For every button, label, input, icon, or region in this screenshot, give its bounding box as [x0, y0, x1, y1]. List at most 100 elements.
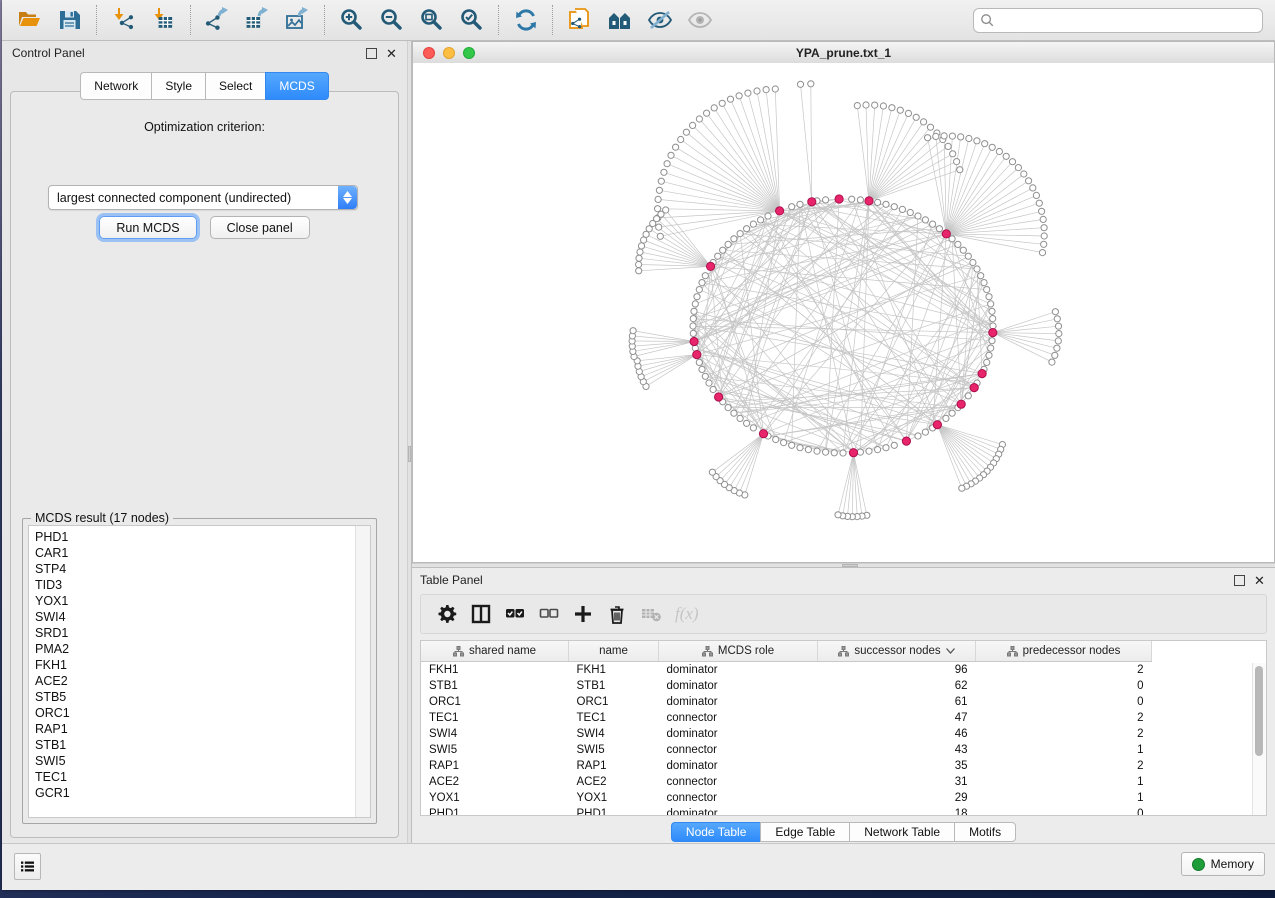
- table-row[interactable]: ORC1ORC1dominator610: [421, 694, 1152, 710]
- close-panel-icon[interactable]: ✕: [386, 48, 397, 59]
- result-node-item[interactable]: STB5: [35, 689, 356, 705]
- task-history-button[interactable]: [14, 853, 41, 880]
- result-node-item[interactable]: SRD1: [35, 625, 356, 641]
- maximize-window-icon[interactable]: [463, 47, 475, 59]
- result-node-item[interactable]: PHD1: [35, 529, 356, 545]
- splitter-grip[interactable]: [408, 446, 411, 462]
- tab-edge-table[interactable]: Edge Table: [760, 822, 849, 842]
- close-panel-icon[interactable]: ✕: [1254, 575, 1265, 586]
- result-node-item[interactable]: TID3: [35, 577, 356, 593]
- column-header-name[interactable]: name: [569, 641, 659, 662]
- result-node-item[interactable]: RAP1: [35, 721, 356, 737]
- select-all-button[interactable]: [505, 604, 525, 624]
- zoom-fit-button[interactable]: [412, 3, 452, 37]
- close-panel-button[interactable]: Close panel: [210, 216, 310, 239]
- export-table-button[interactable]: [238, 3, 278, 37]
- apply-layout-button[interactable]: [506, 3, 546, 37]
- column-header-shared-name[interactable]: shared name: [421, 641, 569, 662]
- table-row[interactable]: YOX1YOX1connector291: [421, 790, 1152, 806]
- settings-button[interactable]: [437, 604, 457, 624]
- export-network-button[interactable]: [198, 3, 238, 37]
- graph-nodes[interactable]: [629, 81, 1062, 520]
- tab-motifs[interactable]: Motifs: [954, 822, 1016, 842]
- table-scrollbar[interactable]: [1252, 663, 1266, 815]
- deselect-all-button[interactable]: [539, 604, 559, 624]
- tab-network-table[interactable]: Network Table: [849, 822, 954, 842]
- table-row[interactable]: SWI5SWI5connector431: [421, 742, 1152, 758]
- import-table-button[interactable]: [144, 3, 184, 37]
- zoom-in-button[interactable]: [332, 3, 372, 37]
- mcds-result-list[interactable]: PHD1CAR1STP4TID3YOX1SWI4SRD1PMA2FKH1ACE2…: [28, 525, 371, 818]
- node-table[interactable]: shared namenameMCDS rolesuccessor nodesp…: [420, 640, 1267, 816]
- export-network-icon: [205, 7, 231, 33]
- tab-style[interactable]: Style: [151, 72, 205, 100]
- result-node-item[interactable]: ORC1: [35, 705, 356, 721]
- search-box[interactable]: [973, 8, 1263, 33]
- new-network-from-selection-button[interactable]: [560, 3, 600, 37]
- network-window: YPA_prune.txt_1: [412, 41, 1275, 563]
- run-mcds-button[interactable]: Run MCDS: [99, 216, 196, 239]
- save-session-button[interactable]: [50, 3, 90, 37]
- search-input[interactable]: [995, 13, 1256, 29]
- zoom-out-button[interactable]: [372, 3, 412, 37]
- tab-mcds[interactable]: MCDS: [265, 72, 328, 100]
- app-window: Control Panel ✕ Optimization criterion: …: [2, 0, 1275, 890]
- table-row[interactable]: SWI4SWI4dominator462: [421, 726, 1152, 742]
- column-header-successor-nodes[interactable]: successor nodes: [818, 641, 976, 662]
- result-node-item[interactable]: ACE2: [35, 673, 356, 689]
- main-toolbar: [2, 0, 1275, 41]
- splitter-grip[interactable]: [842, 564, 858, 567]
- network-canvas[interactable]: [413, 63, 1274, 562]
- close-window-icon[interactable]: [423, 47, 435, 59]
- result-node-item[interactable]: FKH1: [35, 657, 356, 673]
- table-panel-title: Table Panel: [420, 573, 483, 587]
- result-list-scrollbar[interactable]: [355, 526, 370, 817]
- table-row[interactable]: TEC1TEC1connector472: [421, 710, 1152, 726]
- column-header-predecessor-nodes[interactable]: predecessor nodes: [976, 641, 1152, 662]
- table-row[interactable]: FKH1FKH1dominator962: [421, 662, 1152, 679]
- scrollbar-thumb[interactable]: [1255, 666, 1263, 756]
- toggle-column-panel-button[interactable]: [471, 604, 491, 624]
- import-network-button[interactable]: [104, 3, 144, 37]
- open-file-button[interactable]: [10, 3, 50, 37]
- result-node-item[interactable]: SWI4: [35, 609, 356, 625]
- export-image-button[interactable]: [278, 3, 318, 37]
- add-column-button[interactable]: [573, 604, 593, 624]
- result-node-item[interactable]: SWI5: [35, 753, 356, 769]
- memory-button[interactable]: Memory: [1181, 852, 1265, 876]
- minimize-window-icon[interactable]: [443, 47, 455, 59]
- table-row[interactable]: PHD1PHD1dominator180: [421, 806, 1152, 816]
- optimization-criterion-select[interactable]: largest connected component (undirected): [48, 185, 358, 210]
- float-panel-icon[interactable]: [1234, 575, 1245, 586]
- result-node-item[interactable]: CAR1: [35, 545, 356, 561]
- result-node-item[interactable]: YOX1: [35, 593, 356, 609]
- network-window-titlebar[interactable]: YPA_prune.txt_1: [413, 42, 1274, 64]
- show-all-button[interactable]: [680, 3, 720, 37]
- function-builder-button[interactable]: f(x): [675, 604, 699, 624]
- result-node-item[interactable]: STB1: [35, 737, 356, 753]
- delete-table-button[interactable]: [641, 604, 661, 624]
- first-neighbors-icon: [607, 7, 633, 33]
- tab-select[interactable]: Select: [205, 72, 265, 100]
- tab-network[interactable]: Network: [80, 72, 151, 100]
- hide-selected-button[interactable]: [640, 3, 680, 37]
- table-row[interactable]: STB1STB1dominator620: [421, 678, 1152, 694]
- delete-column-button[interactable]: [607, 604, 627, 624]
- result-node-item[interactable]: PMA2: [35, 641, 356, 657]
- search-icon: [980, 13, 995, 28]
- column-type-icon: [1007, 646, 1018, 657]
- table-row[interactable]: RAP1RAP1dominator352: [421, 758, 1152, 774]
- status-bar: Memory: [2, 843, 1275, 890]
- tab-node-table[interactable]: Node Table: [671, 822, 761, 842]
- toolbar-separator: [190, 5, 192, 35]
- result-node-item[interactable]: GCR1: [35, 785, 356, 801]
- result-node-item[interactable]: STP4: [35, 561, 356, 577]
- network-graph[interactable]: [413, 63, 1274, 562]
- table-row[interactable]: ACE2ACE2connector311: [421, 774, 1152, 790]
- column-header-MCDS-role[interactable]: MCDS role: [659, 641, 818, 662]
- float-panel-icon[interactable]: [366, 48, 377, 59]
- first-neighbors-button[interactable]: [600, 3, 640, 37]
- result-node-item[interactable]: TEC1: [35, 769, 356, 785]
- zoom-selected-button[interactable]: [452, 3, 492, 37]
- open-file-icon: [17, 7, 43, 33]
